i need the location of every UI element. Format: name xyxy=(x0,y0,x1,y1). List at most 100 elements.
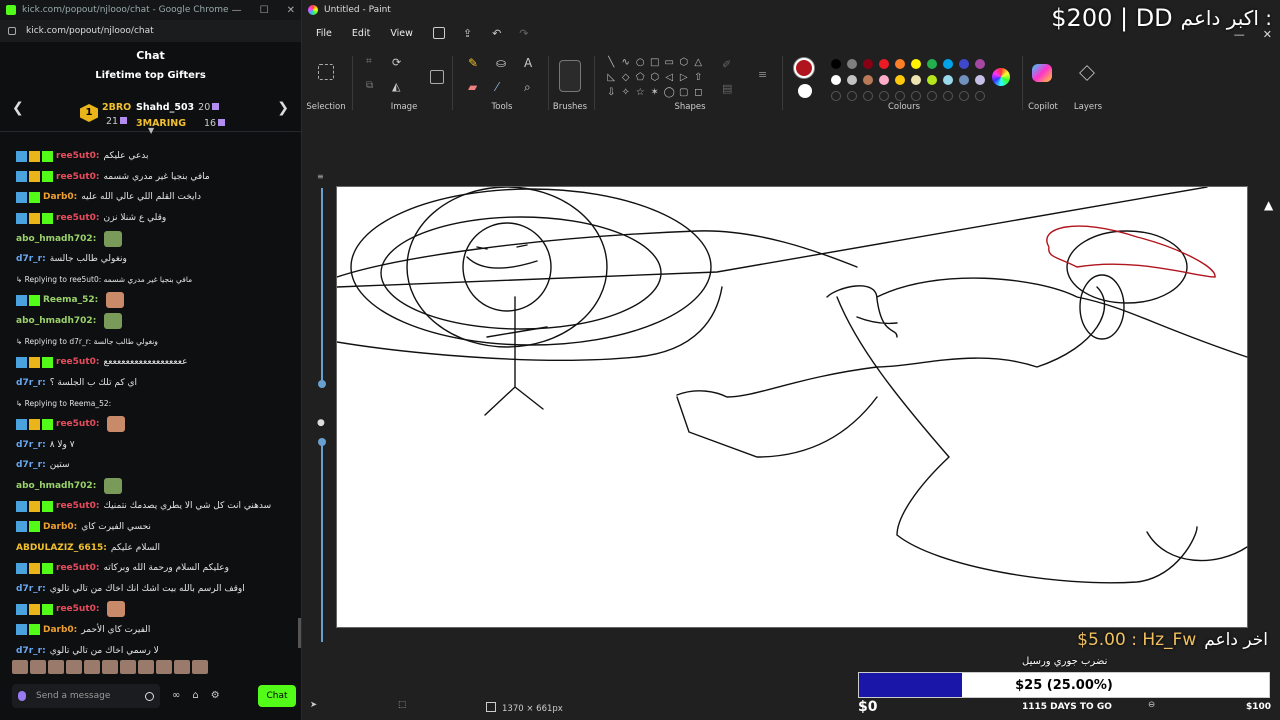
chat-username[interactable]: ree5ut0: xyxy=(56,213,99,223)
shape-option-icon[interactable]: ∿ xyxy=(619,56,634,70)
slider-thumb[interactable] xyxy=(318,380,326,388)
brushes-group[interactable]: Brushes xyxy=(552,50,588,116)
fill-style-icon[interactable]: ▤ xyxy=(722,82,732,95)
chat-send-button[interactable]: Chat xyxy=(258,685,296,707)
chat-message[interactable]: abo_hmadh702: xyxy=(16,311,300,332)
chat-username[interactable]: abo_hmadh702: xyxy=(16,316,96,326)
minimize-icon[interactable]: — xyxy=(1234,28,1245,41)
menu-file[interactable]: File xyxy=(308,28,340,39)
chat-message[interactable]: abo_hmadh702: xyxy=(16,228,300,249)
gifter-2[interactable]: Shahd_503 20 xyxy=(136,102,220,113)
chat-message[interactable]: ree5ut0: سدهني انت كل شي الا يطري يصدمك ن… xyxy=(16,496,300,517)
chat-message[interactable]: Darb0: الفيرت كاي الأحمر xyxy=(16,620,300,641)
shape-option-icon[interactable]: ▭ xyxy=(662,56,677,70)
chat-message[interactable]: d7r_r: لا رسمي اخاك من تالي تالوي xyxy=(16,640,300,656)
mic-icon[interactable] xyxy=(18,691,26,701)
chat-message[interactable]: ree5ut0: وقلي ع شنلا نزن xyxy=(16,208,300,229)
address-bar[interactable]: kick.com/popout/njlooo/chat xyxy=(0,20,301,42)
layers-group[interactable]: Layers xyxy=(1068,50,1108,116)
shape-option-icon[interactable]: ○ xyxy=(633,56,648,70)
zoom-out-icon[interactable]: ⊖ xyxy=(1148,700,1155,710)
chat-message[interactable]: d7r_r: اوقف الرسم بالله بيت اشك انك اخاك … xyxy=(16,578,300,599)
emote-icon[interactable] xyxy=(174,660,190,674)
shape-option-icon[interactable]: ▢ xyxy=(677,86,692,100)
redo-icon[interactable]: ↷ xyxy=(519,27,528,40)
emote-bar[interactable] xyxy=(12,660,208,674)
reply-preview[interactable]: ↳ Replying to Reema_52: xyxy=(16,393,300,414)
maximize-icon[interactable]: ☐ xyxy=(260,5,269,16)
shape-option-icon[interactable]: ◯ xyxy=(662,86,677,100)
close-icon[interactable]: ✕ xyxy=(287,5,295,16)
chat-message[interactable]: ree5ut0: ععععععععععععععععععع xyxy=(16,352,300,373)
chat-username[interactable]: d7r_r: xyxy=(16,440,46,450)
chat-message[interactable]: d7r_r: ونغولي طالب جالسة xyxy=(16,249,300,270)
store-icon[interactable]: ⌂ xyxy=(192,690,198,701)
shape-option-icon[interactable]: ⬡ xyxy=(648,71,663,85)
shape-option-icon[interactable]: □ xyxy=(648,56,663,70)
close-icon[interactable]: ✕ xyxy=(1263,28,1272,41)
eraser-icon[interactable]: ▰ xyxy=(468,80,477,94)
chat-username[interactable]: ree5ut0: xyxy=(56,172,99,182)
gifter-1[interactable]: 2BRO xyxy=(102,102,131,113)
selection-icon[interactable] xyxy=(318,64,334,80)
link-icon[interactable]: ∞ xyxy=(172,690,180,701)
gifters-prev-icon[interactable]: ❮ xyxy=(12,100,24,116)
lock-icon[interactable]: ● xyxy=(317,418,325,428)
shape-option-icon[interactable]: ◁ xyxy=(662,71,677,85)
emote-icon[interactable] xyxy=(138,660,154,674)
chat-message[interactable]: d7r_r: اي كم تلك ب الجلسة ؟ xyxy=(16,373,300,394)
shape-option-icon[interactable]: △ xyxy=(691,56,706,70)
emote-icon[interactable] xyxy=(192,660,208,674)
save-icon[interactable] xyxy=(432,27,445,39)
shape-option-icon[interactable]: ✧ xyxy=(619,86,634,100)
chat-username[interactable]: d7r_r: xyxy=(16,254,46,264)
shape-option-icon[interactable]: ◺ xyxy=(604,71,619,85)
chat-username[interactable]: abo_hmadh702: xyxy=(16,234,96,244)
shape-option-icon[interactable]: ⬠ xyxy=(633,71,648,85)
chat-message[interactable]: Reema_52: xyxy=(16,290,300,311)
menu-edit[interactable]: Edit xyxy=(344,28,378,39)
slider-handle-icon[interactable]: ≡ xyxy=(317,172,324,181)
emote-icon[interactable] xyxy=(84,660,100,674)
chat-input[interactable]: Send a message xyxy=(12,684,160,708)
shapes-gallery[interactable]: ╲ ∿ ○ □ ▭ ⬡ △ ◺ ◇ ⬠ ⬡ ◁ ▷ ⇧ ⇩ ✧ ☆ ✶ ◯ ▢ ◻ xyxy=(604,56,706,100)
crop-icon[interactable]: ⌗ xyxy=(366,56,372,67)
slider-thumb[interactable] xyxy=(318,438,326,446)
shape-option-icon[interactable]: ☆ xyxy=(633,86,648,100)
chat-username[interactable]: ree5ut0: xyxy=(56,419,99,429)
emote-icon[interactable] xyxy=(30,660,46,674)
emote-icon[interactable] xyxy=(12,660,28,674)
chat-message[interactable]: ree5ut0: بدعي عليكم xyxy=(16,146,300,167)
color-picker-icon[interactable]: ⁄ xyxy=(496,80,498,94)
chat-username[interactable]: d7r_r: xyxy=(16,646,46,656)
shape-size-icon[interactable]: ≡ xyxy=(758,68,767,81)
shape-option-icon[interactable]: ⇩ xyxy=(604,86,619,100)
emoji-icon[interactable] xyxy=(145,691,154,701)
outline-icon[interactable]: ✐ xyxy=(722,58,731,71)
undo-icon[interactable]: ↶ xyxy=(492,27,501,40)
shape-option-icon[interactable]: ✶ xyxy=(648,86,663,100)
shape-option-icon[interactable]: ◻ xyxy=(691,86,706,100)
chat-username[interactable]: d7r_r: xyxy=(16,460,46,470)
chat-message[interactable]: Darb0: نحسي الفيرت كاي xyxy=(16,517,300,538)
emote-icon[interactable] xyxy=(156,660,172,674)
reply-preview[interactable]: ↳ Replying to ree5ut0: مافي بنجيا غير مد… xyxy=(16,270,300,291)
chat-username[interactable]: ree5ut0: xyxy=(56,563,99,573)
chat-message[interactable]: ree5ut0: xyxy=(16,599,300,620)
chat-username[interactable]: ree5ut0: xyxy=(56,357,99,367)
shape-option-icon[interactable]: ◇ xyxy=(619,71,634,85)
gear-icon[interactable]: ⚙ xyxy=(211,690,220,701)
chat-message[interactable]: d7r_r: ستين xyxy=(16,455,300,476)
chat-username[interactable]: d7r_r: xyxy=(16,584,46,594)
chat-username[interactable]: ABDULAZIZ_6615: xyxy=(16,543,107,553)
collapse-icon[interactable]: ▼ xyxy=(148,126,154,135)
shape-option-icon[interactable]: ╲ xyxy=(604,56,619,70)
chat-message[interactable]: ree5ut0: xyxy=(16,414,300,435)
pencil-icon[interactable]: ✎ xyxy=(468,56,478,70)
chat-message[interactable]: ABDULAZIZ_6615: السلام عليكم xyxy=(16,537,300,558)
chat-message[interactable]: abo_hmadh702: xyxy=(16,476,300,497)
shape-option-icon[interactable]: ⇧ xyxy=(691,71,706,85)
gifters-next-icon[interactable]: ❯ xyxy=(277,100,289,116)
chat-username[interactable]: Darb0: xyxy=(43,522,77,532)
rotate-icon[interactable]: ⟳ xyxy=(392,56,401,69)
